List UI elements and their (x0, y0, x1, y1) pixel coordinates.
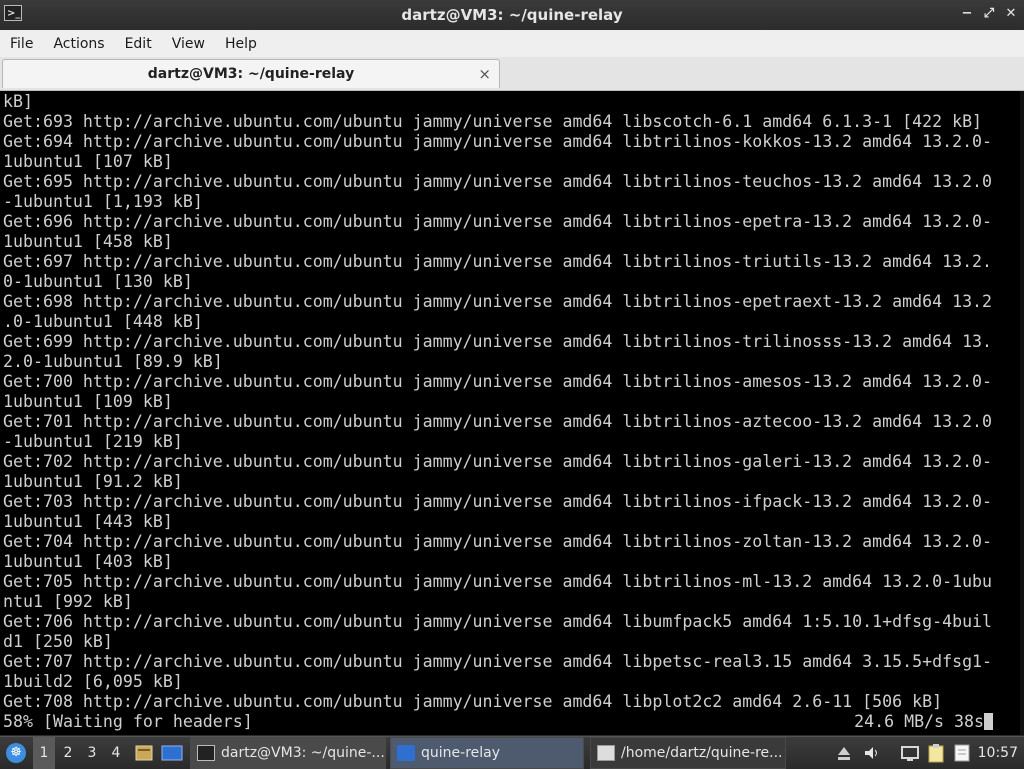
menu-edit[interactable]: Edit (115, 36, 162, 52)
task-label: quine-relay (421, 745, 501, 761)
notes-icon[interactable] (950, 737, 974, 769)
terminal-line: Get:701 http://archive.ubuntu.com/ubuntu… (3, 412, 993, 431)
terminal-line: 2.0-1ubuntu1 [89.9 kB] (3, 352, 223, 371)
terminal-line: d1 [250 kB] (3, 632, 113, 651)
task-file-manager[interactable]: quine-relay (390, 737, 584, 769)
terminal-line: -1ubuntu1 [219 kB] (3, 432, 183, 451)
terminal-line: 1ubuntu1 [91.2 kB] (3, 472, 183, 491)
download-speed-eta: 24.6 MB/s 38s (854, 712, 993, 732)
volume-icon[interactable] (860, 737, 884, 769)
terminal-line: Get:708 http://archive.ubuntu.com/ubuntu… (3, 692, 943, 711)
terminal-line: Get:706 http://archive.ubuntu.com/ubuntu… (3, 612, 993, 631)
task-text-editor[interactable]: /home/dartz/quine-re... (590, 737, 786, 769)
progress-status-line: 58% [Waiting for headers] 24.6 MB/s 38s (3, 712, 993, 732)
terminal-scrollbar[interactable] (1020, 91, 1024, 735)
terminal-line: 1ubuntu1 [443 kB] (3, 512, 173, 531)
folder-icon (397, 745, 415, 761)
lubuntu-logo-icon: ☸ (6, 743, 26, 763)
terminal-line: Get:694 http://archive.ubuntu.com/ubuntu… (3, 132, 993, 151)
window-titlebar[interactable]: >_ dartz@VM3: ~/quine-relay − ⤢ ✕ (0, 0, 1024, 31)
minimize-button[interactable]: − (960, 5, 974, 23)
speed-eta-text: 24.6 MB/s 38s (854, 712, 984, 731)
task-label: /home/dartz/quine-re... (621, 745, 783, 761)
terminal-output[interactable]: kB] Get:693 http://archive.ubuntu.com/ubu… (0, 91, 1024, 735)
window-title: dartz@VM3: ~/quine-relay (401, 6, 623, 24)
task-terminal[interactable]: dartz@VM3: ~/quine-... (190, 737, 386, 769)
terminal-line: .0-1ubuntu1 [448 kB] (3, 312, 203, 331)
terminal-line: Get:700 http://archive.ubuntu.com/ubuntu… (3, 372, 993, 391)
terminal-line: 1ubuntu1 [403 kB] (3, 552, 173, 571)
tab-label: dartz@VM3: ~/quine-relay (147, 66, 355, 82)
window-controls: − ⤢ ✕ (960, 5, 1018, 23)
show-desktop-icon[interactable] (132, 737, 156, 769)
terminal-app-icon[interactable]: >_ (4, 5, 22, 21)
start-menu-button[interactable]: ☸ (4, 737, 28, 769)
terminal-line: Get:703 http://archive.ubuntu.com/ubuntu… (3, 492, 993, 511)
terminal-line: Get:707 http://archive.ubuntu.com/ubuntu… (3, 652, 993, 671)
terminal-cursor (984, 713, 993, 730)
tab-close-icon[interactable]: × (478, 65, 491, 83)
terminal-icon (197, 745, 215, 761)
menu-help[interactable]: Help (215, 36, 267, 52)
menu-file[interactable]: File (0, 36, 43, 52)
maximize-button[interactable]: ⤢ (982, 5, 996, 23)
terminal-line: Get:702 http://archive.ubuntu.com/ubuntu… (3, 452, 993, 471)
terminal-line: Get:693 http://archive.ubuntu.com/ubuntu… (3, 112, 983, 131)
progress-status: 58% [Waiting for headers] (3, 712, 253, 731)
workspace-1[interactable]: 1 (33, 737, 55, 769)
network-icon[interactable] (898, 737, 922, 769)
taskbar-clock[interactable]: 10:57 (978, 737, 1018, 769)
workspace-4[interactable]: 4 (105, 737, 127, 769)
terminal-line: Get:697 http://archive.ubuntu.com/ubuntu… (3, 252, 993, 271)
terminal-line: ntu1 [992 kB] (3, 592, 133, 611)
workspace-2[interactable]: 2 (57, 737, 79, 769)
terminal-line: 1ubuntu1 [458 kB] (3, 232, 173, 251)
menu-bar: File Actions Edit View Help (0, 30, 1024, 57)
terminal-line: Get:698 http://archive.ubuntu.com/ubuntu… (3, 292, 993, 311)
tab-bar: dartz@VM3: ~/quine-relay × (0, 57, 1024, 91)
terminal-text: kB] Get:693 http://archive.ubuntu.com/ubu… (3, 92, 993, 732)
task-label: dartz@VM3: ~/quine-... (221, 745, 385, 761)
terminal-line: 1ubuntu1 [109 kB] (3, 392, 173, 411)
clipboard-icon[interactable] (924, 737, 948, 769)
taskbar: ☸ 1 2 3 4 dartz@VM3: ~/quine-... quine-r… (0, 736, 1024, 769)
terminal-line: Get:696 http://archive.ubuntu.com/ubuntu… (3, 212, 993, 231)
menu-actions[interactable]: Actions (43, 36, 114, 52)
media-eject-icon[interactable] (832, 737, 856, 769)
terminal-line: Get:704 http://archive.ubuntu.com/ubuntu… (3, 532, 993, 551)
text-editor-icon (597, 745, 615, 761)
terminal-line: 0-1ubuntu1 [130 kB] (3, 272, 193, 291)
desktop-switch-icon[interactable] (160, 737, 184, 769)
terminal-line: Get:705 http://archive.ubuntu.com/ubuntu… (3, 572, 993, 591)
terminal-line: Get:699 http://archive.ubuntu.com/ubuntu… (3, 332, 993, 351)
menu-view[interactable]: View (162, 36, 215, 52)
terminal-line: Get:695 http://archive.ubuntu.com/ubuntu… (3, 172, 993, 191)
close-button[interactable]: ✕ (1004, 5, 1018, 23)
terminal-line: kB] (3, 92, 33, 111)
workspace-3[interactable]: 3 (81, 737, 103, 769)
tab-terminal[interactable]: dartz@VM3: ~/quine-relay × (2, 59, 500, 88)
terminal-line: 1build2 [6,095 kB] (3, 672, 183, 691)
terminal-line: 1ubuntu1 [107 kB] (3, 152, 173, 171)
terminal-line: -1ubuntu1 [1,193 kB] (3, 192, 203, 211)
